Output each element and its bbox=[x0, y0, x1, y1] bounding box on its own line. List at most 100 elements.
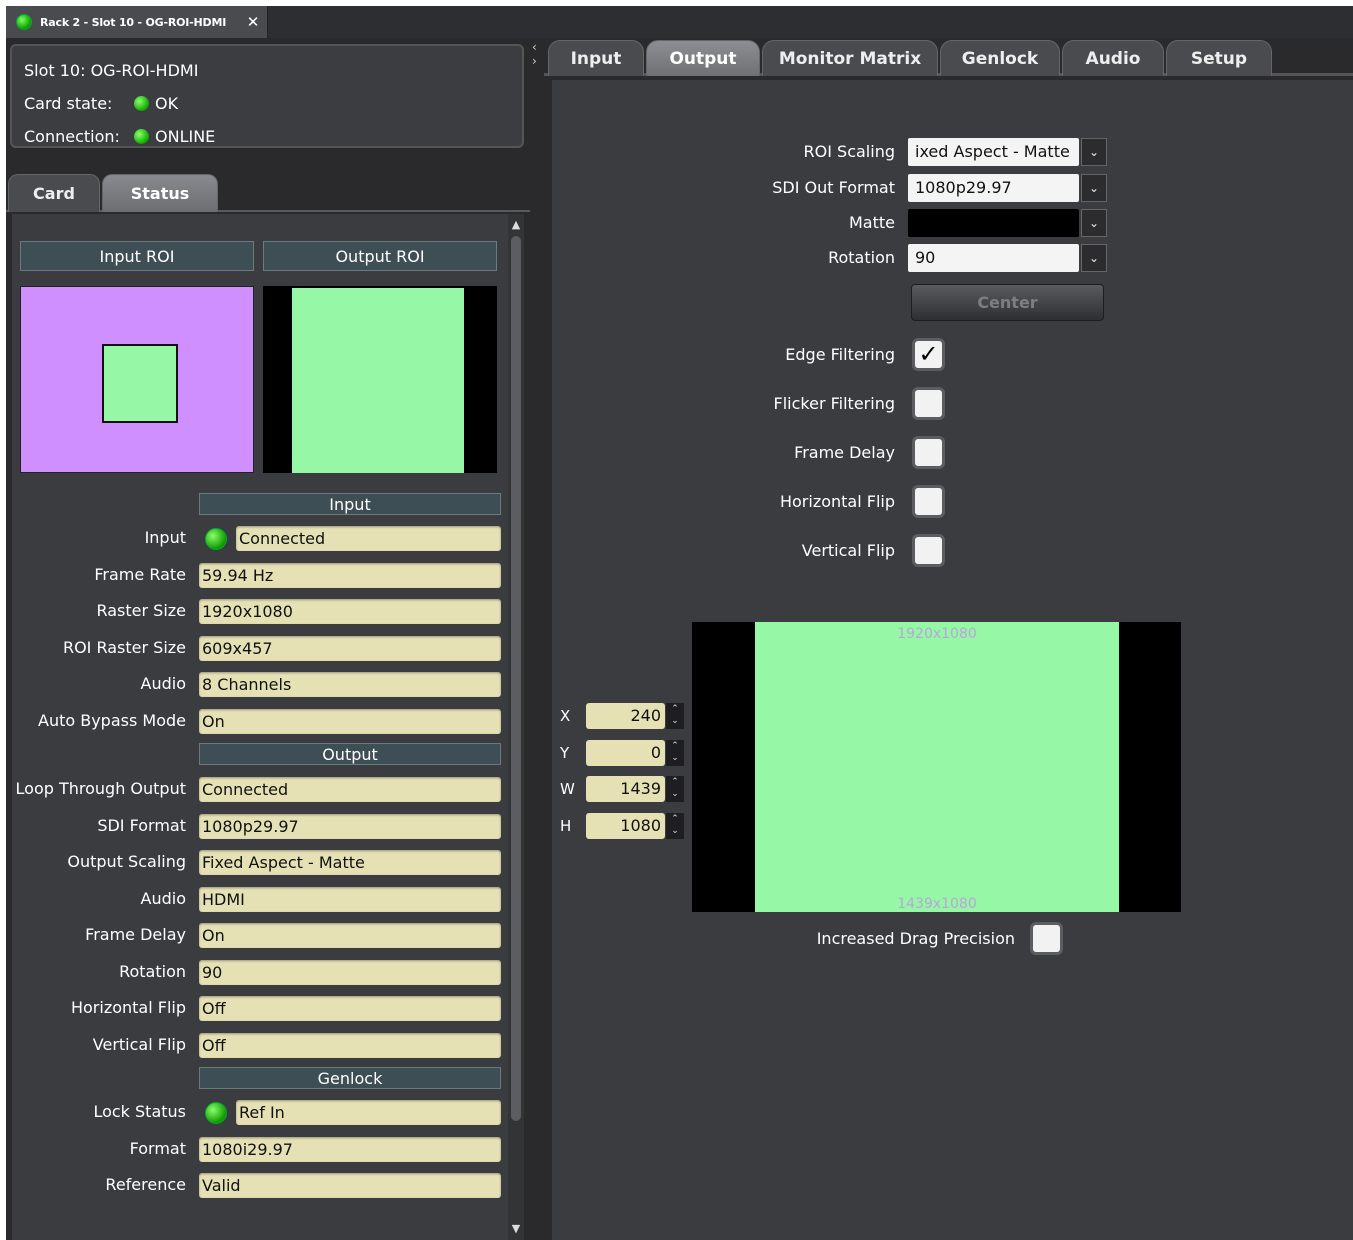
status-pane: Input ROI Output ROI Input Input Connecte… bbox=[12, 214, 524, 1240]
input-section-header: Input bbox=[199, 493, 501, 515]
tab-status[interactable]: Status bbox=[102, 174, 218, 212]
tab-input[interactable]: Input bbox=[548, 40, 644, 76]
tab-card[interactable]: Card bbox=[8, 174, 100, 212]
chevron-down-icon[interactable]: ⌄ bbox=[1081, 244, 1107, 272]
vertical-flip-checkbox[interactable] bbox=[912, 534, 945, 567]
output-roi-region bbox=[292, 288, 464, 473]
sdi-out-format-select[interactable]: 1080p29.97 ⌄ bbox=[908, 174, 1108, 202]
status-row-frame-delay: Frame Delay On bbox=[12, 922, 504, 948]
chevron-down-icon[interactable]: ⌄ bbox=[1081, 174, 1107, 202]
status-label: Loop Through Output bbox=[15, 779, 186, 798]
collapse-left-icon[interactable]: ‹ bbox=[532, 40, 537, 54]
increased-drag-precision-row: Increased Drag Precision bbox=[552, 922, 1072, 956]
status-value: 1920x1080 bbox=[199, 599, 501, 624]
horizontal-flip-checkbox[interactable] bbox=[912, 485, 945, 518]
status-row-loop-through-output: Loop Through Output Connected bbox=[12, 776, 504, 802]
status-led-icon bbox=[16, 14, 32, 30]
preview-raster-label: 1920x1080 bbox=[897, 626, 977, 642]
status-value: Ref In bbox=[236, 1100, 501, 1125]
sdi-out-format-value[interactable]: 1080p29.97 bbox=[908, 174, 1079, 202]
tab-setup[interactable]: Setup bbox=[1166, 40, 1272, 76]
frame-delay-checkbox[interactable] bbox=[912, 436, 945, 469]
flicker-filtering-checkbox[interactable] bbox=[912, 387, 945, 420]
close-icon[interactable]: ✕ bbox=[243, 12, 263, 32]
matte-select[interactable]: ⌄ bbox=[908, 209, 1108, 237]
status-label: Frame Rate bbox=[94, 564, 186, 584]
tab-genlock[interactable]: Genlock bbox=[940, 40, 1060, 76]
spinner-arrows-icon[interactable]: ⌃ ⌄ bbox=[666, 703, 684, 729]
window-tab-title: Rack 2 - Slot 10 - OG-ROI-HDMI bbox=[40, 15, 227, 29]
geometry-w-input[interactable]: 1439 bbox=[586, 776, 665, 802]
connection-led-icon bbox=[134, 129, 149, 144]
status-row-audio: Audio HDMI bbox=[12, 886, 504, 912]
status-label: Lock Status bbox=[93, 1102, 186, 1121]
status-row-raster-size: Raster Size 1920x1080 bbox=[12, 598, 504, 624]
output-roi-area[interactable]: 1920x1080 1439x1080 bbox=[755, 622, 1119, 912]
status-scrollbar[interactable]: ▲ ▼ bbox=[508, 214, 524, 1240]
center-button[interactable]: Center bbox=[911, 284, 1104, 321]
scroll-down-icon[interactable]: ▼ bbox=[508, 1222, 524, 1238]
roi-scaling-label: ROI Scaling bbox=[803, 142, 895, 161]
edge-filtering-label: Edge Filtering bbox=[785, 345, 895, 364]
vertical-flip-row: Vertical Flip bbox=[552, 534, 952, 568]
status-label: Auto Bypass Mode bbox=[38, 710, 186, 730]
expand-right-icon[interactable]: › bbox=[532, 54, 537, 68]
panel-splitter[interactable]: ‹ › bbox=[530, 38, 544, 1240]
geometry-x-label: X bbox=[560, 707, 571, 725]
status-label: Reference bbox=[105, 1175, 186, 1194]
window-tab[interactable]: Rack 2 - Slot 10 - OG-ROI-HDMI ✕ bbox=[6, 6, 268, 38]
left-panel: Slot 10: OG-ROI-HDMI Card state: OK Conn… bbox=[6, 38, 530, 1240]
output-settings-pane: ROI Scaling ixed Aspect - Matte ⌄ SDI Ou… bbox=[552, 80, 1353, 1240]
output-roi-preview bbox=[263, 286, 497, 473]
tab-output[interactable]: Output bbox=[646, 40, 760, 76]
increased-drag-precision-label: Increased Drag Precision bbox=[816, 929, 1015, 948]
scrollbar-thumb[interactable] bbox=[511, 236, 521, 1121]
status-row-format: Format 1080i29.97 bbox=[12, 1136, 504, 1162]
chevron-down-icon[interactable]: ⌄ bbox=[1081, 209, 1107, 237]
status-label: ROI Raster Size bbox=[62, 637, 186, 657]
tab-audio[interactable]: Audio bbox=[1062, 40, 1164, 76]
tab-monitor-matrix[interactable]: Monitor Matrix bbox=[762, 40, 938, 76]
status-row-sdi-format: SDI Format 1080p29.97 bbox=[12, 813, 504, 839]
frame-delay-label: Frame Delay bbox=[794, 443, 895, 462]
card-state-led-icon bbox=[134, 96, 149, 111]
roi-scaling-select[interactable]: ixed Aspect - Matte ⌄ bbox=[908, 138, 1108, 166]
genlock-section-header: Genlock bbox=[199, 1067, 501, 1089]
status-row-auto-bypass-mode: Auto Bypass Mode On bbox=[12, 708, 504, 734]
output-roi-header: Output ROI bbox=[263, 241, 497, 271]
status-row-lock-status: Lock Status Ref In bbox=[12, 1099, 504, 1125]
status-led-icon bbox=[205, 528, 227, 550]
geometry-h-input[interactable]: 1080 bbox=[586, 812, 665, 839]
status-label: Frame Delay bbox=[85, 925, 186, 944]
geometry-y-input[interactable]: 0 bbox=[586, 739, 665, 766]
status-label: SDI Format bbox=[97, 815, 186, 835]
spinner-arrows-icon[interactable]: ⌃ ⌄ bbox=[666, 739, 684, 766]
rotation-select[interactable]: 90 ⌄ bbox=[908, 244, 1108, 272]
geometry-h-row: H 1080 ⌃ ⌄ bbox=[552, 812, 692, 840]
input-roi-region[interactable] bbox=[102, 344, 178, 423]
geometry-w-label: W bbox=[560, 780, 575, 798]
rotation-value[interactable]: 90 bbox=[908, 244, 1079, 272]
geometry-x-input[interactable]: 240 bbox=[586, 703, 665, 729]
matte-color-swatch[interactable] bbox=[908, 209, 1079, 237]
edge-filtering-checkbox[interactable]: ✓ bbox=[912, 338, 945, 371]
status-row-horizontal-flip: Horizontal Flip Off bbox=[12, 995, 504, 1021]
flicker-filtering-label: Flicker Filtering bbox=[773, 394, 895, 413]
flicker-filtering-row: Flicker Filtering bbox=[552, 387, 952, 421]
status-label: Rotation bbox=[119, 961, 186, 981]
increased-drag-precision-checkbox[interactable] bbox=[1030, 922, 1063, 955]
roi-scaling-value[interactable]: ixed Aspect - Matte bbox=[908, 138, 1079, 166]
status-value: HDMI bbox=[199, 886, 501, 912]
matte-label: Matte bbox=[849, 213, 895, 232]
status-value: On bbox=[199, 923, 501, 948]
checkmark-icon: ✓ bbox=[918, 340, 939, 368]
chevron-down-icon[interactable]: ⌄ bbox=[1081, 138, 1107, 166]
geometry-x-row: X 240 ⌃ ⌄ bbox=[552, 702, 692, 730]
sdi-out-format-label: SDI Out Format bbox=[772, 178, 895, 197]
spinner-arrows-icon[interactable]: ⌃ ⌄ bbox=[666, 812, 684, 839]
status-label: Raster Size bbox=[96, 601, 186, 620]
status-label: Format bbox=[129, 1138, 186, 1158]
scroll-up-icon[interactable]: ▲ bbox=[508, 218, 524, 234]
spinner-arrows-icon[interactable]: ⌃ ⌄ bbox=[666, 776, 684, 802]
status-row-rotation: Rotation 90 bbox=[12, 959, 504, 985]
